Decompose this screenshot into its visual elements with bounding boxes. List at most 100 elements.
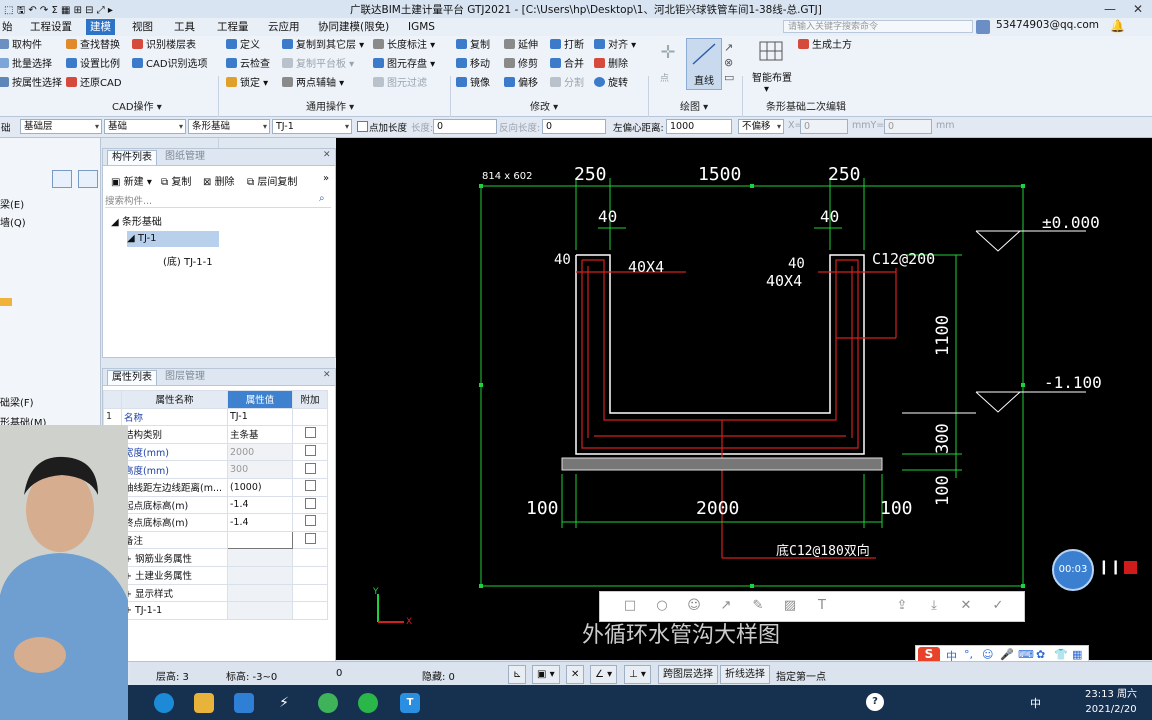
length-dim-button[interactable]: 长度标注 ▾ [373,38,435,54]
close-icon[interactable]: ✕ [1124,0,1152,18]
copy-to-floor-button[interactable]: 复制到其它层 ▾ [282,38,364,54]
menu-igms[interactable]: IGMS [404,19,439,35]
taskbar-ime[interactable]: 中 [1030,695,1041,711]
rectangle-icon[interactable]: □ [622,598,638,614]
modify-group-label[interactable]: 修改 ▾ [530,98,558,113]
mosaic-icon[interactable]: ▨ [782,598,798,614]
strip-group-label[interactable]: 条形基础二次编辑 [766,98,846,113]
component-search-input[interactable]: 搜索构件... [105,193,331,208]
category-select[interactable]: 基础 [104,119,186,134]
extra-checkbox[interactable] [292,495,328,515]
pause-icon[interactable]: ❙❙ [1098,559,1121,575]
offset-button[interactable]: 偏移 [504,76,538,92]
text-icon[interactable]: T [814,598,830,614]
property-group[interactable]: + 显示样式 [121,583,228,603]
element-select[interactable]: TJ-1 [272,119,352,134]
search-icon[interactable]: ⌕ [319,193,325,204]
define-button[interactable]: 定义 [226,38,260,54]
property-value[interactable]: (1000) [227,477,293,497]
offset-mode-select[interactable]: 不偏移 [738,119,784,134]
angle-icon[interactable]: ∠ ▾ [590,665,618,684]
cross-layer-select-button[interactable]: 跨图层选择 [658,665,718,684]
nav-item-beam[interactable]: 梁(E) [0,196,24,211]
save-element-button[interactable]: 图元存盘 ▾ [373,57,435,73]
table-row[interactable]: 轴线距左边线距离(m... (1000) [103,477,328,497]
table-row[interactable]: + 钢筋业务属性 [103,548,328,567]
pen-icon[interactable]: ✎ [750,598,766,614]
confirm-icon[interactable]: ✓ [990,598,1006,614]
copy-button[interactable]: 复制 [456,38,490,54]
tab-component-list[interactable]: 构件列表 [107,150,157,165]
lightning-icon[interactable]: ⚡ [274,693,294,713]
cross-icon[interactable]: ✕ [566,665,585,684]
table-row[interactable]: + 土建业务属性 [103,565,328,585]
property-value[interactable]: 2000 [227,442,293,462]
y-input[interactable]: 0 [884,119,932,134]
offset-tool-icon[interactable]: ⊥ ▾ [624,665,651,684]
minimize-icon[interactable]: — [1096,0,1124,18]
grid-view-icon[interactable] [78,170,98,188]
cancel-icon[interactable]: ✕ [958,598,974,614]
floor-copy-button[interactable]: ⧉ 层间复制 [247,173,297,188]
smart-layout-button[interactable]: 智能布置 ▾ [752,69,792,95]
help-icon[interactable]: ? [866,693,884,711]
menu-start[interactable]: 始 [0,19,17,35]
lock-button[interactable]: 锁定 ▾ [226,76,268,92]
x-input[interactable]: 0 [800,119,848,134]
more-icon[interactable]: » [323,173,329,184]
align-button[interactable]: 对齐 ▾ [594,38,636,54]
type-select[interactable]: 条形基础 [188,119,270,134]
menu-cloud[interactable]: 云应用 [264,19,304,35]
menu-view[interactable]: 视图 [128,19,157,35]
system-clock[interactable]: 23:13 周六 2021/2/20 [1076,687,1146,717]
avatar[interactable] [976,20,990,34]
table-row[interactable]: 结构类别 主条基 [103,425,328,444]
merge-button[interactable]: 合并 [550,57,584,73]
find-replace-button[interactable]: 查找替换 [66,38,120,54]
circle-icon[interactable]: ○ [654,598,670,614]
emoji-icon[interactable]: ☺ [686,598,702,614]
property-value[interactable]: TJ-1 [227,407,293,427]
menu-modeling[interactable]: 建模 [86,19,115,35]
mic-icon[interactable]: 🎤 [1000,648,1014,661]
bell-icon[interactable]: 🔔 [1110,19,1125,33]
table-row[interactable]: 备注 [103,530,328,550]
polyline-select-button[interactable]: 折线选择 [720,665,770,684]
copy-component-button[interactable]: ⧉ 复制 [161,173,191,188]
reverse-length-input[interactable]: 0 [542,119,606,134]
property-value[interactable]: -1.4 [227,495,293,515]
stop-icon[interactable] [1124,561,1137,574]
extra-checkbox[interactable] [292,477,328,497]
cad-group-label[interactable]: CAD操作 ▾ [112,98,162,113]
length-input[interactable]: 0 [433,119,497,134]
draw-group-label[interactable]: 绘图 ▾ [680,98,708,113]
add-length-checkbox[interactable] [357,121,368,135]
extend-button[interactable]: 延伸 [504,38,538,54]
batch-select-button[interactable]: 批量选择 [0,57,52,73]
table-row[interactable]: 高度(mm) 300 [103,460,328,479]
keyboard-icon[interactable]: ⌨ [1018,648,1034,661]
grid-icon[interactable]: ▦ [1072,648,1082,661]
close-icon[interactable]: ✕ [323,370,331,380]
search-input[interactable]: 请输入关键字搜索命令 [783,20,973,33]
download-icon[interactable]: ⤓ [926,598,942,614]
punct-icon[interactable]: °, [964,648,973,661]
move-button[interactable]: 移动 [456,57,490,73]
table-row[interactable]: 终点底标高(m) -1.4 [103,513,328,532]
two-point-axis-button[interactable]: 两点辅轴 ▾ [282,76,344,92]
property-group[interactable]: + 土建业务属性 [121,565,228,585]
gtj-app-icon[interactable]: T [400,693,420,713]
generate-earthwork-button[interactable]: 生成土方 [798,38,852,54]
new-button[interactable]: ▣ 新建 ▾ [111,173,152,188]
general-group-label[interactable]: 通用操作 ▾ [306,98,354,113]
tree-node-tj1-1[interactable]: (底) TJ-1-1 [163,253,213,268]
delete-component-button[interactable]: ⊠ 删除 [203,173,235,188]
tab-property-list[interactable]: 属性列表 [107,370,157,385]
arrow-icon[interactable]: ↗ [718,598,734,614]
skin-icon[interactable]: ✿ [1036,648,1045,661]
select-by-prop-button[interactable]: 按属性选择 [0,76,62,92]
drawing-canvas[interactable]: 250 1500 250 40 40 40 40 40X4 40X4 C12@2… [336,138,1152,660]
mail-icon[interactable] [234,693,254,713]
menu-collab[interactable]: 协同建模(限免) [314,19,393,35]
account-label[interactable]: 53474903@qq.com [996,19,1099,31]
